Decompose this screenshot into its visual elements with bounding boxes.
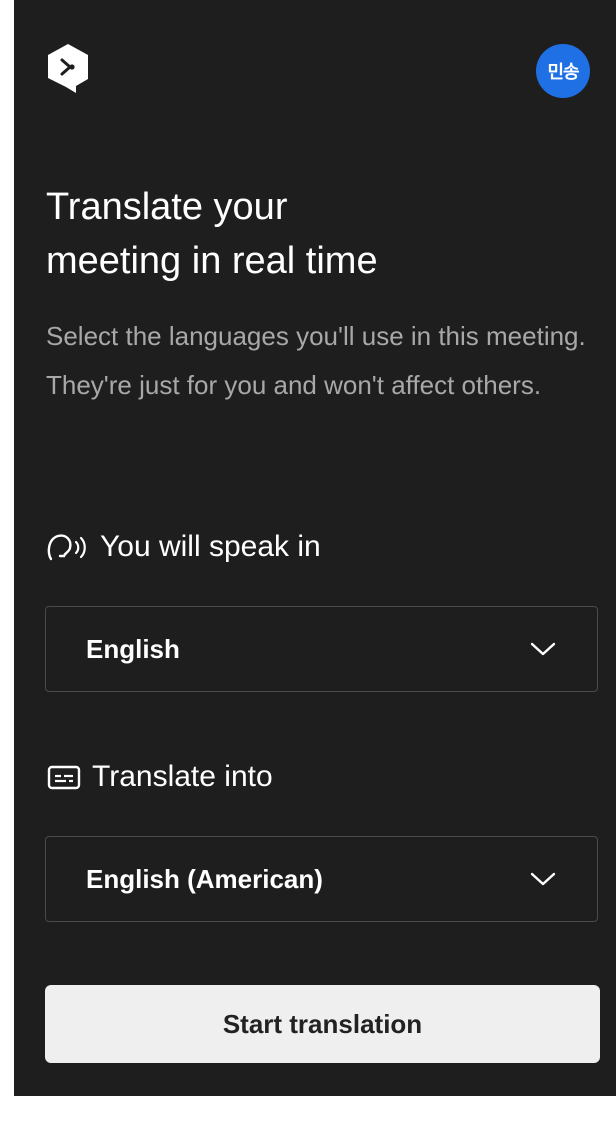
speak-language-select[interactable]: English xyxy=(45,606,598,692)
translate-section-label: Translate into xyxy=(46,760,273,794)
deepl-logo-icon xyxy=(45,42,91,94)
speaking-head-icon xyxy=(46,531,90,563)
page-description: Select the languages you'll use in this … xyxy=(46,321,586,400)
speak-section-label: You will speak in xyxy=(46,530,321,564)
page-title: Translate your meeting in real time xyxy=(46,180,586,288)
translate-language-value: English (American) xyxy=(86,863,323,894)
translation-panel: 민송 Translate your meeting in real time S… xyxy=(14,0,616,1096)
start-translation-button[interactable]: Start translation xyxy=(45,985,600,1063)
chevron-down-icon xyxy=(529,864,557,895)
speak-language-value: English xyxy=(86,633,180,664)
title-line-1: Translate your xyxy=(46,186,288,228)
title-line-2: meeting in real time xyxy=(46,240,378,282)
translate-language-select[interactable]: English (American) xyxy=(45,836,598,922)
translate-label: Translate into xyxy=(92,760,273,793)
chevron-down-icon xyxy=(529,634,557,665)
speak-label: You will speak in xyxy=(100,530,321,563)
subtitles-icon xyxy=(46,763,82,791)
avatar[interactable]: 민송 xyxy=(536,44,590,98)
